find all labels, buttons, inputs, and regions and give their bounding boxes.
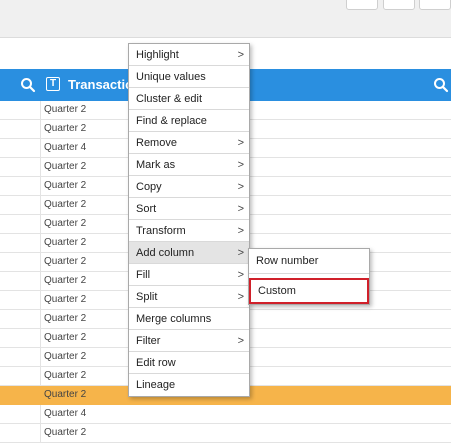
- menu-item-label: Sort: [136, 203, 157, 215]
- submenu-item-label: Row number: [256, 255, 319, 267]
- chevron-right-icon: >: [237, 247, 244, 259]
- chevron-right-icon: >: [237, 225, 244, 237]
- toolbar-button[interactable]: [419, 0, 451, 10]
- cell-divider: [40, 215, 41, 233]
- cell-divider: [40, 405, 41, 423]
- add-column-submenu: Row number Custom: [248, 248, 370, 305]
- submenu-item-custom[interactable]: Custom: [249, 278, 369, 304]
- cell-divider: [40, 101, 41, 119]
- cell-divider: [40, 348, 41, 366]
- menu-item-sort[interactable]: Sort >: [129, 198, 249, 220]
- menu-item-label: Edit row: [136, 357, 176, 369]
- chevron-right-icon: >: [237, 269, 244, 281]
- menu-item-label: Split: [136, 291, 158, 303]
- table-cell[interactable]: Quarter 4: [44, 408, 86, 419]
- submenu-item-label: Custom: [258, 285, 296, 297]
- cell-divider: [40, 310, 41, 328]
- cell-divider: [40, 120, 41, 138]
- menu-item-copy[interactable]: Copy >: [129, 176, 249, 198]
- cell-divider: [40, 424, 41, 442]
- table-cell[interactable]: Quarter 2: [44, 294, 86, 305]
- chevron-right-icon: >: [237, 137, 244, 149]
- menu-item-label: Highlight: [136, 49, 179, 61]
- cell-divider: [40, 158, 41, 176]
- menu-item-label: Mark as: [136, 159, 176, 171]
- menu-item-label: Transform: [136, 225, 186, 237]
- chevron-right-icon: >: [237, 335, 244, 347]
- context-menu: Highlight > Unique values Cluster & edit Fin…: [128, 43, 250, 397]
- search-icon[interactable]: [20, 77, 36, 93]
- cell-divider: [40, 386, 41, 404]
- cell-divider: [40, 177, 41, 195]
- menu-item-label: Remove: [136, 137, 177, 149]
- chevron-right-icon: >: [237, 203, 244, 215]
- search-icon[interactable]: [433, 77, 449, 93]
- menu-item-remove[interactable]: Remove >: [129, 132, 249, 154]
- column-title: Transactio: [68, 77, 134, 92]
- table-cell[interactable]: Quarter 2: [44, 351, 86, 362]
- table-cell[interactable]: Quarter 2: [44, 161, 86, 172]
- menu-item-fill[interactable]: Fill >: [129, 264, 249, 286]
- table-cell[interactable]: Quarter 2: [44, 104, 86, 115]
- toolbar: [0, 0, 451, 38]
- table-cell[interactable]: Quarter 2: [44, 123, 86, 134]
- table-cell[interactable]: Quarter 2: [44, 389, 86, 400]
- menu-item-add-column[interactable]: Add column >: [129, 242, 249, 264]
- table-cell[interactable]: Quarter 2: [44, 427, 86, 438]
- table-cell[interactable]: Quarter 2: [44, 370, 86, 381]
- cell-divider: [40, 329, 41, 347]
- menu-item-filter[interactable]: Filter >: [129, 330, 249, 352]
- menu-item-label: Cluster & edit: [136, 93, 203, 105]
- cell-divider: [40, 291, 41, 309]
- table-row[interactable]: Quarter 4: [0, 405, 451, 424]
- table-cell[interactable]: Quarter 2: [44, 256, 86, 267]
- table-cell[interactable]: Quarter 2: [44, 313, 86, 324]
- chevron-right-icon: >: [237, 159, 244, 171]
- cell-divider: [40, 234, 41, 252]
- menu-item-label: Lineage: [136, 379, 176, 391]
- cell-divider: [40, 196, 41, 214]
- menu-item-label: Merge columns: [136, 313, 212, 325]
- menu-item-merge-columns[interactable]: Merge columns: [129, 308, 249, 330]
- menu-item-label: Find & replace: [136, 115, 207, 127]
- table-cell[interactable]: Quarter 2: [44, 218, 86, 229]
- toolbar-button[interactable]: [346, 0, 378, 10]
- table-cell[interactable]: Quarter 2: [44, 180, 86, 191]
- menu-item-highlight[interactable]: Highlight >: [129, 44, 249, 66]
- menu-item-unique-values[interactable]: Unique values: [129, 66, 249, 88]
- table-cell[interactable]: Quarter 2: [44, 237, 86, 248]
- toolbar-button[interactable]: [383, 0, 415, 10]
- text-type-icon: T: [46, 77, 60, 91]
- cell-divider: [40, 272, 41, 290]
- menu-item-label: Copy: [136, 181, 162, 193]
- submenu-item-row-number[interactable]: Row number: [249, 249, 369, 274]
- menu-item-split[interactable]: Split >: [129, 286, 249, 308]
- cell-divider: [40, 367, 41, 385]
- cell-divider: [40, 253, 41, 271]
- table-cell[interactable]: Quarter 4: [44, 142, 86, 153]
- menu-item-label: Add column: [136, 247, 195, 259]
- menu-item-find-replace[interactable]: Find & replace: [129, 110, 249, 132]
- table-cell[interactable]: Quarter 2: [44, 199, 86, 210]
- menu-item-cluster-edit[interactable]: Cluster & edit: [129, 88, 249, 110]
- cell-divider: [40, 139, 41, 157]
- menu-item-label: Filter: [136, 335, 161, 347]
- table-row[interactable]: Quarter 2: [0, 424, 451, 443]
- menu-item-mark-as[interactable]: Mark as >: [129, 154, 249, 176]
- table-cell[interactable]: Quarter 2: [44, 275, 86, 286]
- table-cell[interactable]: Quarter 2: [44, 332, 86, 343]
- menu-item-edit-row[interactable]: Edit row: [129, 352, 249, 374]
- menu-item-lineage[interactable]: Lineage: [129, 374, 249, 396]
- chevron-right-icon: >: [237, 181, 244, 193]
- menu-item-label: Fill: [136, 269, 151, 281]
- chevron-right-icon: >: [237, 291, 244, 303]
- menu-item-transform[interactable]: Transform >: [129, 220, 249, 242]
- chevron-right-icon: >: [237, 49, 244, 61]
- menu-item-label: Unique values: [136, 71, 206, 83]
